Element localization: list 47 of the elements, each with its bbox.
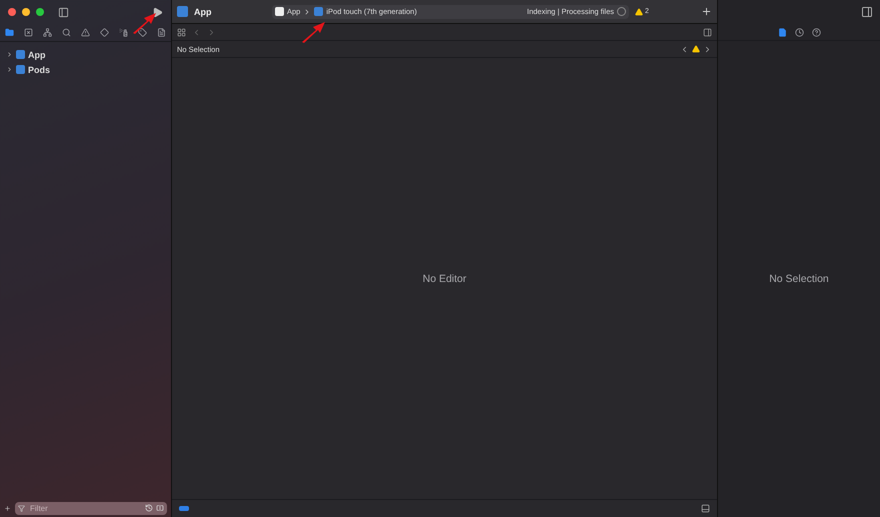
- disclosure-icon[interactable]: [6, 51, 13, 58]
- inspector-toggle-icon[interactable]: [861, 6, 873, 18]
- add-icon[interactable]: [4, 504, 11, 512]
- hierarchy-icon[interactable]: [43, 28, 52, 37]
- debug-area-icon[interactable]: [701, 504, 710, 513]
- source-control-icon[interactable]: [24, 28, 33, 37]
- window-title: App: [194, 6, 212, 16]
- issues-icon[interactable]: [81, 28, 90, 37]
- add-icon[interactable]: [701, 6, 712, 17]
- filter-icon: [18, 504, 25, 512]
- disclosure-icon[interactable]: [6, 66, 13, 73]
- tests-icon[interactable]: [100, 28, 109, 37]
- breakpoints-icon[interactable]: [138, 28, 147, 37]
- scheme-icon: [275, 7, 284, 16]
- previous-issue-icon[interactable]: [680, 44, 689, 54]
- run-icon[interactable]: [152, 6, 163, 18]
- filter-field[interactable]: Filter: [28, 502, 142, 514]
- back-icon[interactable]: [192, 28, 201, 36]
- tree-item[interactable]: Pods: [28, 64, 50, 74]
- zoom-button[interactable]: [36, 8, 44, 16]
- grid-icon[interactable]: [177, 28, 186, 36]
- add-editor-icon[interactable]: [703, 28, 712, 36]
- search-icon[interactable]: [62, 28, 71, 37]
- filter-bar[interactable]: Filter: [15, 502, 167, 514]
- warning-icon[interactable]: [692, 45, 700, 53]
- empty-message: No Selection: [769, 273, 829, 285]
- debug-toggle[interactable]: [179, 506, 189, 511]
- sidebar-toggle-icon[interactable]: [58, 6, 69, 18]
- forward-icon[interactable]: [207, 28, 216, 36]
- device-icon: [314, 7, 324, 16]
- annotation-arrow: [131, 12, 157, 34]
- file-icon[interactable]: [778, 28, 786, 36]
- next-issue-icon[interactable]: [703, 44, 712, 54]
- history-icon[interactable]: [794, 28, 804, 36]
- close-button[interactable]: [8, 8, 16, 16]
- annotation-arrow: [300, 21, 326, 43]
- help-icon[interactable]: [812, 28, 820, 36]
- app-icon: [177, 6, 188, 17]
- empty-message: No Editor: [422, 272, 466, 284]
- folder-icon[interactable]: [5, 28, 14, 37]
- tree-item[interactable]: App: [28, 50, 46, 60]
- progress-spinner: [617, 7, 626, 16]
- clock-icon[interactable]: [145, 504, 153, 512]
- reports-icon[interactable]: [157, 28, 166, 37]
- warning-icon[interactable]: [635, 8, 643, 16]
- scope-icon[interactable]: [156, 504, 164, 512]
- minimize-button[interactable]: [22, 8, 30, 16]
